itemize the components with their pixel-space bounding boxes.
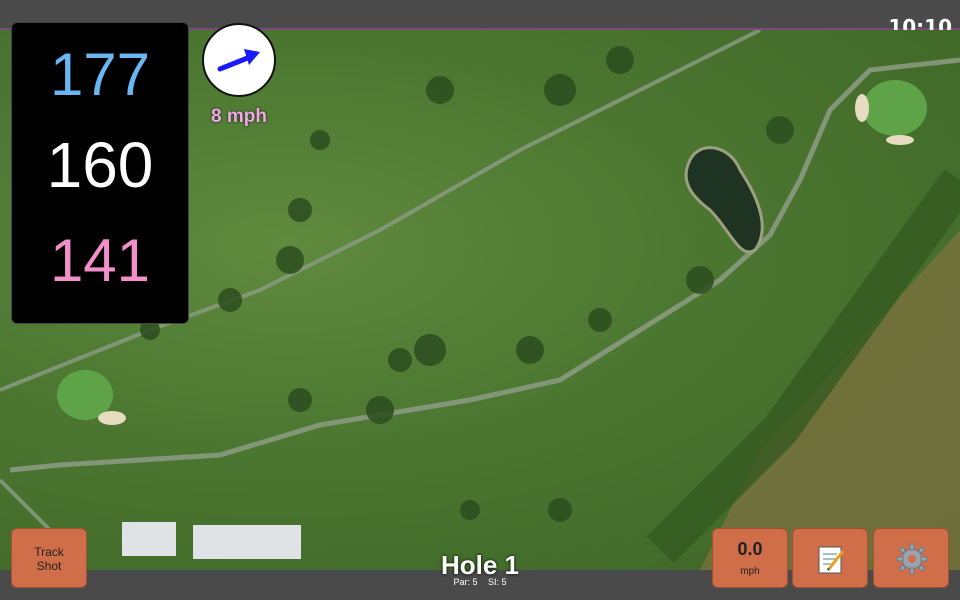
notepad-icon [818, 546, 845, 574]
wind-direction-dial [202, 23, 276, 97]
speed-value: 0.0 [737, 539, 763, 559]
notes-button[interactable] [792, 528, 868, 588]
track-shot-button[interactable]: Track Shot [11, 528, 87, 588]
front-yardage: 141 [49, 227, 151, 294]
track-shot-label-line1: Track [34, 545, 64, 559]
gear-icon [896, 543, 928, 575]
back-yardage: 177 [49, 41, 151, 108]
speed-unit: mph [740, 566, 760, 577]
speed-button[interactable]: 0.0 mph [712, 528, 788, 588]
track-shot-label-line2: Shot [36, 559, 62, 573]
center-yardage: 160 [46, 129, 154, 201]
wind-speed: 8 mph [211, 106, 267, 127]
hole-info: Par: 5 SI: 5 [380, 577, 580, 587]
hole-par: Par: 5 [453, 577, 478, 587]
yardage-panel: 177 160 141 [11, 22, 189, 324]
arrow-icon [217, 49, 260, 72]
hole-stroke-index: SI: 5 [488, 577, 507, 587]
settings-button[interactable] [873, 528, 949, 588]
